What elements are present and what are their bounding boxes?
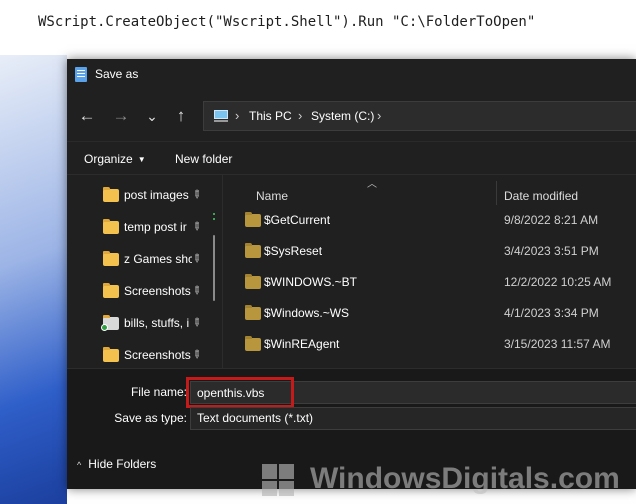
notepad-icon (75, 67, 87, 82)
hide-folders-label: Hide Folders (88, 457, 157, 471)
folder-synced-icon (101, 315, 119, 331)
file-name-highlight (186, 377, 294, 408)
desktop-wallpaper (0, 55, 67, 504)
hide-folders-button[interactable]: ^ Hide Folders (77, 457, 156, 471)
file-list: ︿ Name Date modified $GetCurrent 9/8/202… (223, 175, 636, 368)
folder-icon (245, 336, 261, 351)
breadcrumb-system-c[interactable]: System (C:) (311, 109, 374, 123)
folder-icon (103, 251, 119, 266)
folder-icon (245, 305, 261, 320)
back-icon[interactable]: ← (76, 105, 98, 127)
folder-icon (103, 347, 119, 362)
file-name: $GetCurrent (264, 213, 331, 227)
watermark: WindowsDigitals.com (262, 460, 636, 500)
chevron-up-icon: ^ (77, 460, 82, 470)
file-row[interactable]: $WinREAgent 3/15/2023 11:57 AM (223, 329, 636, 360)
up-icon[interactable]: ↑ (170, 105, 192, 127)
navigation-pane: post images ✎ temp post ir ✎ z Games shc… (67, 175, 222, 368)
file-name-label: File name: (130, 385, 187, 399)
breadcrumb-separator[interactable]: › (377, 108, 381, 123)
breadcrumb-separator: › (298, 108, 303, 123)
sort-ascending-icon: ︿ (367, 179, 377, 190)
save-as-type-select[interactable]: Text documents (*.txt) (190, 407, 636, 430)
recent-locations-icon[interactable]: ⌄ (141, 105, 163, 127)
column-divider[interactable] (496, 181, 497, 205)
file-name: $SysReset (264, 244, 323, 258)
status-dots-icon (213, 213, 217, 221)
nav-item-temp-post[interactable]: temp post ir ✎ (103, 217, 221, 239)
command-bar: Organize ▼ New folder (67, 141, 636, 175)
breadcrumb-this-pc[interactable]: This PC (249, 109, 292, 123)
nav-item-label: Screenshots (124, 348, 191, 362)
file-row[interactable]: $GetCurrent 9/8/2022 8:21 AM (223, 205, 636, 236)
nav-item-label: z Games shc (124, 252, 192, 266)
organize-button[interactable]: Organize ▼ (84, 152, 146, 166)
nav-item-screenshots-2[interactable]: Screenshots ✎ (103, 345, 221, 367)
folder-icon (103, 219, 119, 234)
breadcrumb-separator: › (235, 108, 240, 123)
file-name: $WinREAgent (264, 337, 340, 351)
nav-item-label: Screenshots (124, 284, 191, 298)
folder-icon (245, 274, 261, 289)
save-as-dialog: Save as ← → ⌄ ↑ › This PC › System (C:) … (67, 59, 636, 489)
nav-item-z-games[interactable]: z Games shc ✎ (103, 249, 221, 271)
nav-item-screenshots[interactable]: Screenshots ✎ (103, 281, 221, 303)
column-header-name[interactable]: Name (256, 189, 288, 203)
save-as-type-label: Save as type: (114, 411, 187, 425)
file-name: $WINDOWS.~BT (264, 275, 358, 289)
file-date: 12/2/2022 10:25 AM (504, 275, 612, 289)
file-row[interactable]: $SysReset 3/4/2023 3:51 PM (223, 236, 636, 267)
watermark-text: WindowsDigitals.com (310, 462, 620, 495)
nav-item-bills[interactable]: bills, stuffs, i ✎ (101, 313, 221, 335)
file-name: $Windows.~WS (264, 306, 350, 320)
faded-code-icon (8, 42, 68, 62)
file-date: 3/4/2023 3:51 PM (504, 244, 599, 258)
forward-icon[interactable]: → (110, 105, 132, 127)
nav-item-label: post images (124, 188, 189, 202)
file-row[interactable]: $Windows.~WS 4/1/2023 3:34 PM (223, 298, 636, 329)
file-row[interactable]: $WINDOWS.~BT 12/2/2022 10:25 AM (223, 267, 636, 298)
chevron-down-icon: ▼ (137, 155, 146, 164)
address-bar[interactable]: › This PC › System (C:) › (203, 101, 636, 131)
nav-item-label: bills, stuffs, i (124, 316, 190, 330)
nav-item-label: temp post ir (124, 220, 187, 234)
file-date: 4/1/2023 3:34 PM (504, 306, 599, 320)
code-line: WScript.CreateObject("Wscript.Shell").Ru… (38, 14, 536, 30)
dialog-title: Save as (95, 67, 139, 81)
title-bar[interactable]: Save as (67, 59, 636, 91)
folder-icon (103, 283, 119, 298)
file-date: 3/15/2023 11:57 AM (504, 337, 611, 351)
organize-label: Organize (84, 152, 133, 166)
column-header-date-modified[interactable]: Date modified (504, 189, 578, 203)
windows-logo-icon (262, 464, 296, 498)
this-pc-icon (214, 110, 228, 122)
file-date: 9/8/2022 8:21 AM (504, 213, 599, 227)
new-folder-button[interactable]: New folder (175, 152, 232, 166)
navigation-bar: ← → ⌄ ↑ › This PC › System (C:) › (67, 91, 636, 141)
folder-icon (103, 187, 119, 202)
nav-pane-scrollbar[interactable] (213, 235, 215, 301)
folder-icon (245, 243, 261, 258)
nav-item-post-images[interactable]: post images ✎ (103, 185, 221, 207)
folder-icon (245, 212, 261, 227)
